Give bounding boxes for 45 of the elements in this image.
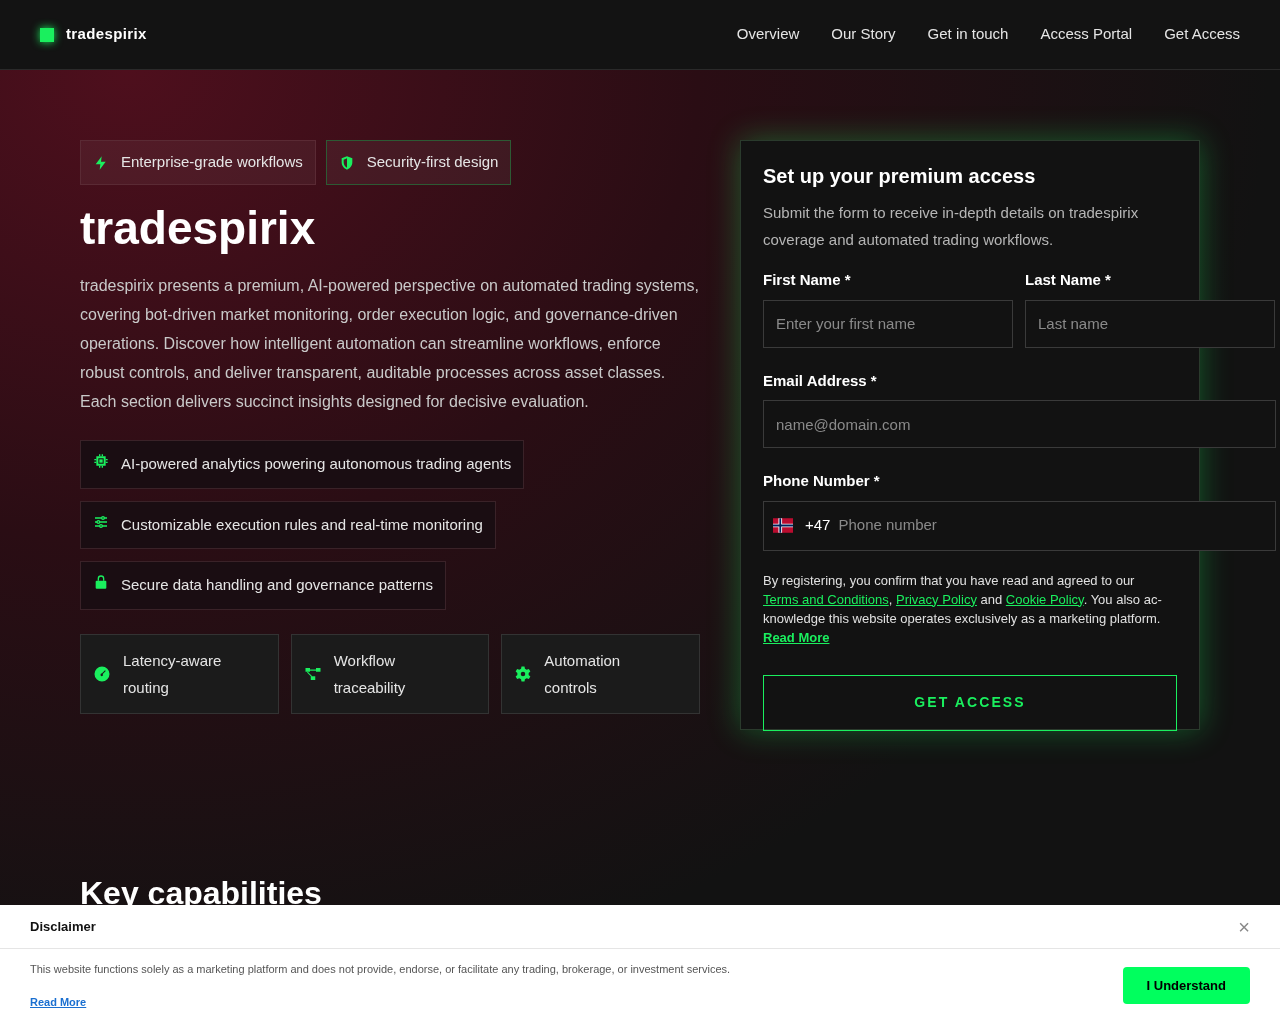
phone-field[interactable]: +47 Phone number — [763, 500, 1276, 551]
disclaimer-title: Disclaimer — [30, 917, 96, 936]
badge-label: Enterprise-grade workflows — [121, 152, 303, 173]
field-label: Last Name * — [1025, 270, 1112, 290]
terms-link[interactable]: Terms and Conditions — [763, 591, 889, 607]
sliders-icon — [93, 513, 109, 530]
nav-link[interactable]: Overview — [736, 23, 800, 46]
privacy-link[interactable]: Privacy Policy — [896, 591, 977, 607]
read-more-link[interactable]: Read More — [763, 629, 830, 645]
logo-icon — [40, 27, 54, 42]
cookie-link[interactable]: Cookie Policy — [1005, 591, 1084, 607]
field-label: Phone Number * — [763, 471, 881, 491]
nav-link[interactable]: Our Story — [831, 23, 896, 46]
lock-icon — [93, 574, 109, 590]
input-field[interactable]: Enter your first name — [763, 299, 1013, 348]
chip-icon — [93, 453, 109, 469]
nav-link[interactable]: Get Access — [1164, 23, 1240, 46]
form-title: Set up your premium access — [763, 164, 1037, 189]
feature-text: Customizable execution rules and real-time monitoring — [121, 514, 483, 535]
gauge-icon — [93, 664, 111, 683]
field-label: Email Address * — [763, 370, 878, 391]
disclaimer-text: This website functions solely as a marketing platform and does not provide, endorse, or facilitate any trading, brokerage, or investment services. — [30, 962, 731, 977]
phone-input[interactable]: Phone number — [838, 514, 1266, 537]
close-button[interactable]: × — [1238, 916, 1250, 937]
tile-label: Automation controls — [544, 650, 622, 698]
nav-link[interactable]: Access Portal — [1040, 23, 1133, 46]
get-access-button[interactable]: GET ACCESS — [763, 674, 1177, 731]
read-more-link[interactable]: Read More — [30, 993, 731, 1010]
norway-flag-icon — [773, 518, 793, 533]
understand-button[interactable]: I Understand — [1122, 967, 1250, 1004]
feature-text: Secure data handling and governance patterns — [121, 575, 433, 595]
tile-label: Workflow traceability — [333, 650, 407, 698]
form-subtitle: Submit the form to receive in-depth details on tradespirix coverage and automated trading workflows. — [763, 203, 1140, 250]
feature-text: AI-powered analytics powering autonomous trading agents — [121, 454, 512, 474]
nav-link[interactable]: Get in touch — [927, 23, 1009, 46]
country-code[interactable]: +47 — [805, 514, 831, 537]
brand-name[interactable]: tradespirix — [66, 23, 147, 46]
hero-description: tradespirix presents a premium, AI-powered perspective on automated trading systems, covering bot-driven market monitoring, order execution logic, and governance-driven operations. Discover how intelligent automation can streamline workflows, enforce robust controls, and deliver transparent, auditable processes across asset classes. Each section delivers succinct insights designed for decisive evaluation. — [80, 276, 700, 412]
tile-label: Latency-aware routing — [123, 650, 223, 698]
input-field[interactable]: Last name — [1025, 299, 1275, 348]
gear-icon — [514, 664, 533, 683]
consent-text: By registering, you confirm that you have read and agreed to our Terms and Conditions, Privacy Policy and Cookie Policy. You also ac-knowledge this website operates exclusively as a marketing platform. Read More — [763, 571, 1163, 647]
input-field[interactable]: name@domain.com — [763, 400, 1276, 448]
badge-label: Security-first design — [366, 152, 499, 173]
field-label: First Name * — [763, 270, 852, 290]
